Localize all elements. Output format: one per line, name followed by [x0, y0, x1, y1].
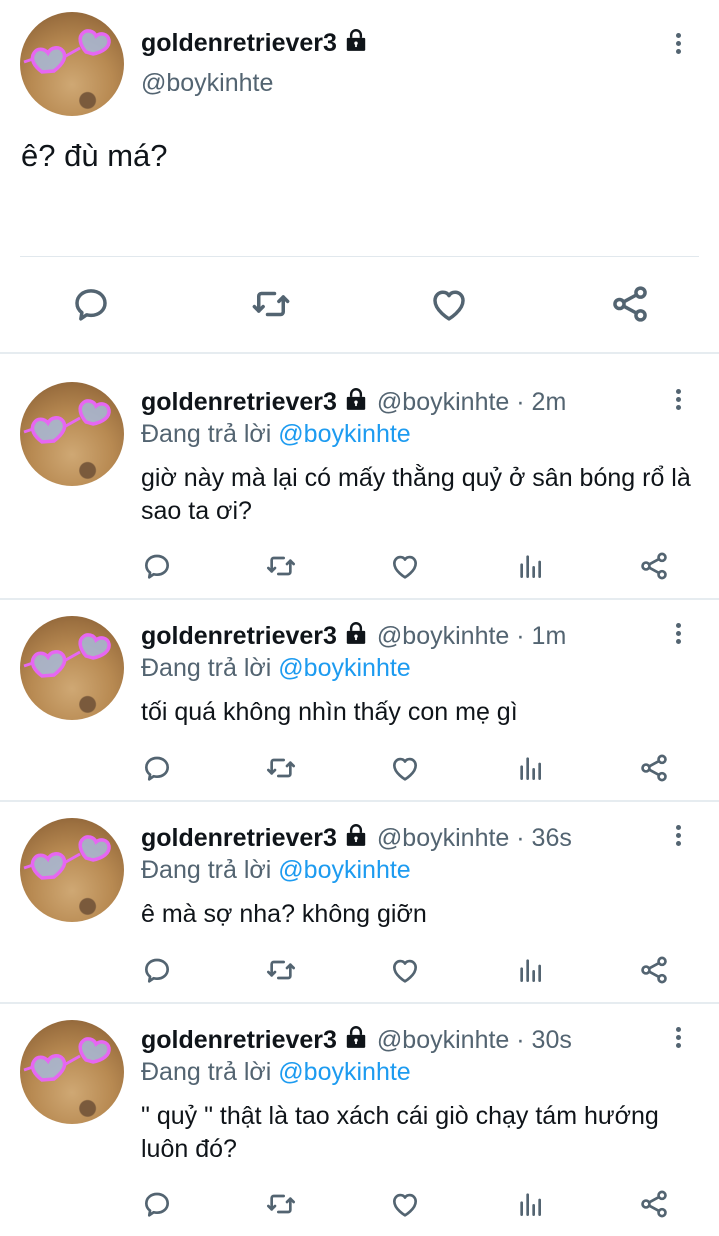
lock-icon [343, 27, 369, 53]
more-options-icon[interactable] [670, 822, 686, 852]
retweet-icon[interactable] [263, 752, 299, 784]
reply-header: goldenretriever3 @boykinhte · 1m [141, 620, 566, 651]
reply-text: giờ này mà lại có mấy thằng quỷ ở sân bó… [141, 464, 691, 525]
avatar[interactable] [20, 818, 124, 922]
handle-timestamp: @boykinhte · 30s [376, 1026, 572, 1054]
lock-icon [343, 620, 369, 646]
reply-icon[interactable] [141, 752, 173, 784]
divider [20, 256, 699, 257]
reply-header: goldenretriever3 @boykinhte · 2m [141, 386, 566, 417]
retweet-icon[interactable] [263, 550, 299, 582]
avatar-glasses-image [20, 382, 124, 486]
stats-icon[interactable] [515, 1188, 547, 1220]
main-tweet-text: ê? đù má? [21, 138, 168, 173]
share-icon[interactable] [609, 283, 651, 325]
replying-to: Đang trả lời @boykinhte [141, 1058, 411, 1087]
divider [0, 352, 719, 354]
reply-icon[interactable] [141, 1188, 173, 1220]
avatar-glasses-image [20, 12, 124, 116]
more-options-icon[interactable] [670, 386, 686, 416]
stats-icon[interactable] [515, 550, 547, 582]
main-display-name[interactable]: goldenretriever3 [141, 27, 369, 58]
share-icon[interactable] [638, 550, 670, 582]
divider [0, 598, 719, 600]
replying-to: Đang trả lời @boykinhte [141, 654, 411, 683]
mention-link[interactable]: @boykinhte [278, 1058, 410, 1086]
divider [0, 1002, 719, 1004]
replying-prefix: Đang trả lời [141, 420, 272, 448]
reply-icon[interactable] [70, 283, 112, 325]
reply-text: ê mà sợ nha? không giỡn [141, 900, 427, 928]
avatar[interactable] [20, 12, 124, 116]
display-name-text: goldenretriever3 [141, 29, 337, 57]
replying-to: Đang trả lời @boykinhte [141, 420, 411, 449]
replying-prefix: Đang trả lời [141, 654, 272, 682]
reply-header: goldenretriever3 @boykinhte · 36s [141, 822, 572, 853]
share-icon[interactable] [638, 1188, 670, 1220]
share-icon[interactable] [638, 752, 670, 784]
more-options-icon[interactable] [670, 620, 686, 650]
reply-text: " quỷ " thật là tao xách cái giò chạy tá… [141, 1102, 659, 1163]
like-icon[interactable] [389, 550, 421, 582]
like-icon[interactable] [389, 954, 421, 986]
avatar-glasses-image [20, 818, 124, 922]
like-icon[interactable] [428, 283, 470, 325]
lock-icon [343, 822, 369, 848]
stats-icon[interactable] [515, 954, 547, 986]
display-name[interactable]: goldenretriever3 [141, 622, 337, 650]
mention-link[interactable]: @boykinhte [278, 420, 410, 448]
avatar-glasses-image [20, 616, 124, 720]
like-icon[interactable] [389, 1188, 421, 1220]
stats-icon[interactable] [515, 752, 547, 784]
avatar[interactable] [20, 1020, 124, 1124]
reply-text: tối quá không nhìn thấy con mẹ gì [141, 698, 518, 726]
main-handle[interactable]: @boykinhte [141, 69, 273, 98]
mention-link[interactable]: @boykinhte [278, 654, 410, 682]
reply-header: goldenretriever3 @boykinhte · 30s [141, 1024, 572, 1055]
more-options-icon[interactable] [670, 30, 686, 60]
replying-prefix: Đang trả lời [141, 1058, 272, 1086]
reply-icon[interactable] [141, 550, 173, 582]
lock-icon [343, 386, 369, 412]
retweet-icon[interactable] [263, 954, 299, 986]
lock-icon [343, 1024, 369, 1050]
avatar[interactable] [20, 616, 124, 720]
display-name[interactable]: goldenretriever3 [141, 824, 337, 852]
avatar[interactable] [20, 382, 124, 486]
reply-icon[interactable] [141, 954, 173, 986]
retweet-icon[interactable] [263, 1188, 299, 1220]
replying-to: Đang trả lời @boykinhte [141, 856, 411, 885]
retweet-icon[interactable] [248, 283, 294, 325]
share-icon[interactable] [638, 954, 670, 986]
display-name[interactable]: goldenretriever3 [141, 388, 337, 416]
handle-timestamp: @boykinhte · 1m [376, 622, 567, 650]
divider [0, 800, 719, 802]
more-options-icon[interactable] [670, 1024, 686, 1054]
like-icon[interactable] [389, 752, 421, 784]
handle-timestamp: @boykinhte · 2m [376, 388, 567, 416]
mention-link[interactable]: @boykinhte [278, 856, 410, 884]
replying-prefix: Đang trả lời [141, 856, 272, 884]
handle-timestamp: @boykinhte · 36s [376, 824, 572, 852]
avatar-glasses-image [20, 1020, 124, 1124]
display-name[interactable]: goldenretriever3 [141, 1026, 337, 1054]
